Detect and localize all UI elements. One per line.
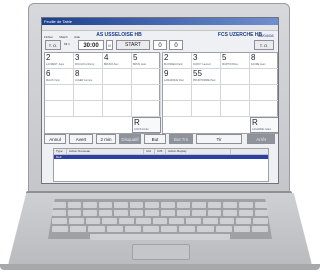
spacebar-row: [90, 234, 230, 240]
empty-slot: [163, 101, 192, 117]
laptop-front-edge: [0, 264, 320, 270]
event-log-table: Type Action Nouveau Id A Id B Action Rep…: [53, 148, 269, 182]
column-header[interactable]: Type: [54, 149, 67, 154]
period-marker[interactable]: II: [106, 40, 113, 50]
keyboard-row: [52, 202, 269, 208]
away-player-card[interactable]: 55 PRUDHOMME Paul: [192, 69, 221, 85]
empty-slot: [221, 69, 250, 85]
away-score: 0: [169, 40, 183, 50]
cancel-button[interactable]: Annul: [44, 134, 66, 144]
action-button-row: Annul Avert 2 min Disqualif But But 7m T…: [44, 134, 278, 144]
away-player-card[interactable]: 9 LAMARQUE Paul: [163, 69, 192, 85]
goal-button[interactable]: But: [144, 134, 166, 144]
column-header[interactable]: Id A: [144, 149, 155, 154]
empty-slot: [192, 101, 221, 117]
home-player-card[interactable]: 4 BRUNO Alex: [103, 53, 132, 69]
empty-slot: [103, 85, 132, 101]
empty-slot: [132, 69, 161, 85]
away-reserve-card[interactable]: R LAGARDE Julien: [250, 117, 278, 133]
keyboard-row: [52, 218, 268, 224]
home-player-card[interactable]: 2 LAURENT Jules: [45, 53, 74, 69]
away-player-card[interactable]: 3 DUPUY Laurent: [192, 53, 221, 69]
home-timeout-button[interactable]: T. O.: [45, 40, 61, 50]
empty-slot: [250, 101, 278, 117]
two-minutes-button[interactable]: 2 min: [96, 134, 116, 144]
screen: Feuille de Table Fichier Match Aide AS U…: [41, 17, 279, 184]
scoreboard: AS USSELOISE HB FCS UZERCHE HB 08/04/08 …: [42, 32, 278, 54]
disqualify-button[interactable]: Disqualif: [119, 134, 141, 144]
empty-slot: [74, 85, 103, 101]
half-label: MI 1: [64, 42, 70, 46]
home-reserve-card[interactable]: R LOUIS Andre: [132, 117, 161, 133]
home-team-name: AS USSELOISE HB: [96, 32, 142, 38]
keyboard-row: [52, 226, 269, 232]
empty-slot: [250, 69, 278, 85]
save-button[interactable]: Arrêt: [247, 134, 275, 144]
home-player-grid: 2 LAURENT Jules 3 MOULIN Anthony 4 BRUNO Al…: [44, 52, 161, 134]
away-player-card[interactable]: 5 MARTIN Brice: [221, 53, 250, 69]
window-title: Feuille de Table: [42, 18, 278, 25]
empty-slot: [103, 69, 132, 85]
match-date: 08/04/08: [258, 33, 274, 38]
away-player-card[interactable]: 8 FAURE Jean: [250, 53, 278, 69]
home-player-card[interactable]: 8 JAGER Jerome: [74, 69, 103, 85]
empty-slot: [221, 101, 250, 117]
empty-slot: [74, 101, 103, 117]
warning-button[interactable]: Avert: [69, 134, 93, 144]
laptop: Feuille de Table Fichier Match Aide AS U…: [0, 0, 320, 274]
start-button[interactable]: START: [116, 40, 150, 50]
away-timeout-button[interactable]: T. O.: [254, 40, 274, 50]
empty-slot: [45, 101, 74, 117]
home-player-card[interactable]: 5 BRUN Jean: [132, 53, 161, 69]
column-header[interactable]: Action Replay: [166, 149, 231, 154]
column-header[interactable]: Id B: [155, 149, 166, 154]
empty-slot: [103, 101, 132, 117]
empty-slot: [132, 101, 161, 117]
away-player-grid: 2 BLONDEAU Eric 3 DUPUY Laurent 5 MARTIN Br…: [162, 52, 278, 134]
empty-slot: [132, 85, 161, 101]
home-player-card[interactable]: 3 MOULIN Anthony: [74, 53, 103, 69]
home-player-card[interactable]: 6 MALIS Yann: [45, 69, 74, 85]
penalty-goal-button[interactable]: But 7m: [169, 134, 193, 144]
menubar: Fichier Match Aide: [42, 25, 278, 39]
empty-slot: [221, 85, 250, 101]
away-player-card[interactable]: 2 BLONDEAU Eric: [163, 53, 192, 69]
touchpad: [132, 244, 190, 260]
table-row[interactable]: Deb: [54, 155, 268, 159]
column-header[interactable]: Action Nouveau: [67, 149, 144, 154]
home-score: 0: [153, 40, 167, 50]
empty-slot: [163, 85, 192, 101]
keyboard-row: [52, 210, 269, 216]
empty-slot: [45, 85, 74, 101]
empty-slot: [192, 85, 221, 101]
shot-button[interactable]: Tir: [196, 134, 242, 144]
clock-display: 30:00: [78, 40, 104, 50]
empty-slot: [250, 85, 278, 101]
